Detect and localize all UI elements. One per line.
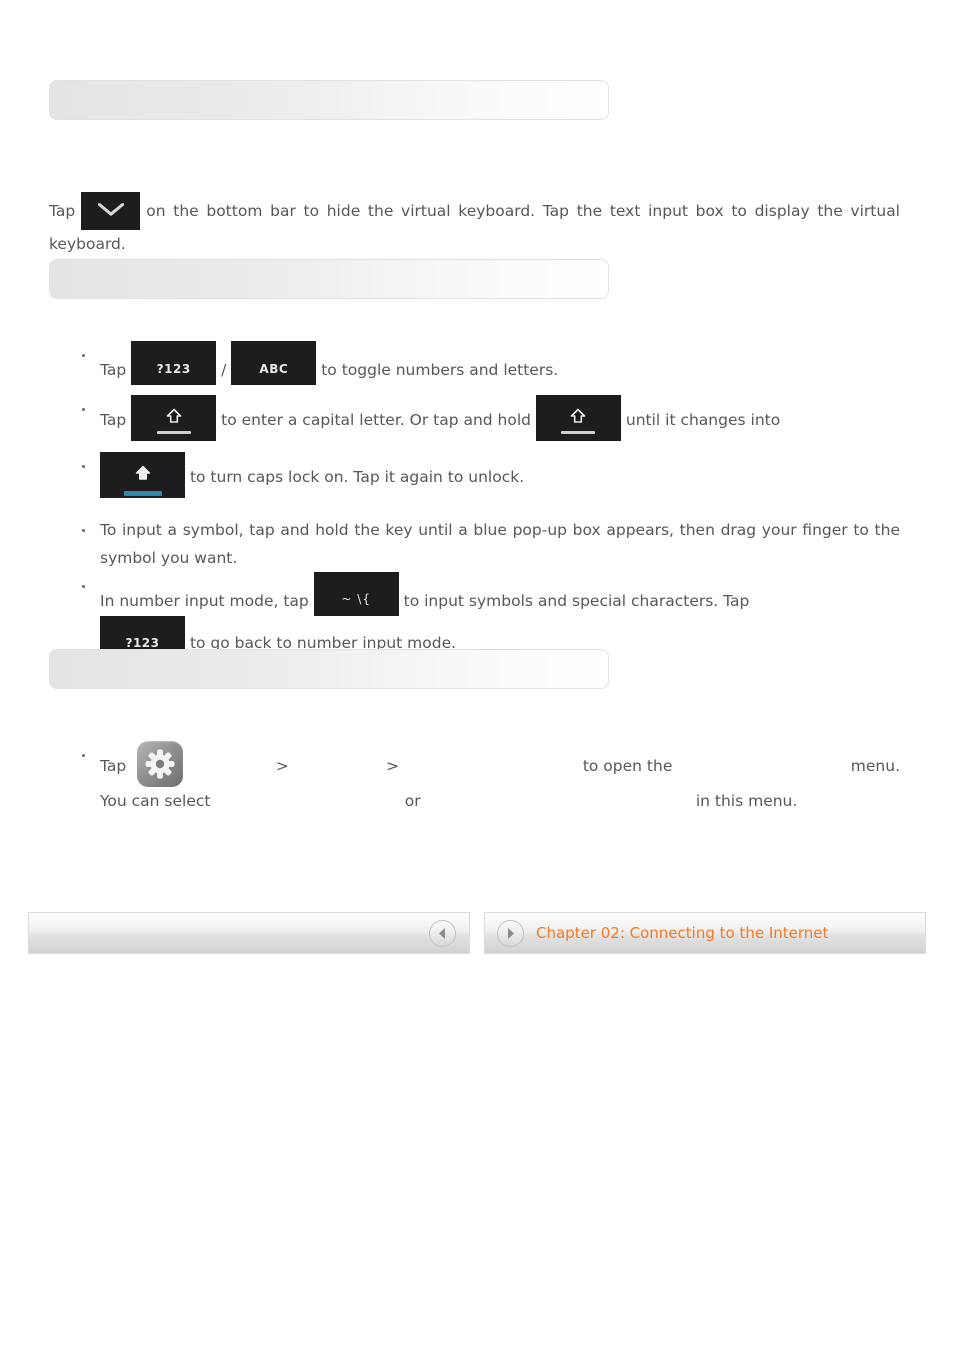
settings-tips-list: Tap > > to open the menu. You can select… — [78, 741, 900, 815]
settings-ghost-3 — [399, 757, 583, 775]
settings-ghost-5 — [210, 792, 404, 810]
numbers-mode-key-label: ?123 — [156, 362, 191, 376]
letters-mode-key-label: ABC — [259, 362, 289, 376]
letters-mode-key-icon: ABC — [231, 341, 317, 385]
paragraph-lead: Tap — [49, 202, 76, 220]
chevron-right-glyph-icon — [508, 927, 514, 939]
capital-lead: Tap — [100, 411, 127, 429]
settings-ghost-2 — [289, 757, 386, 775]
toggle-lead: Tap — [100, 361, 127, 379]
caps-lock-key-icon — [100, 452, 185, 498]
paragraph-hide-keyboard: Tap on the bottom bar to hide the virtua… — [49, 192, 900, 258]
settings-ghost-6 — [421, 792, 696, 810]
previous-page-button[interactable] — [28, 912, 470, 954]
capital-mid: to enter a capital letter. Or tap and ho… — [221, 411, 532, 429]
settings-mid-3: or — [404, 792, 421, 810]
symbol-popup-text: To input a symbol, tap and hold the key … — [100, 521, 900, 567]
list-item-toggle-modes: Tap ?123 / ABC to toggle numbers and let… — [78, 341, 900, 385]
toggle-separator: / — [221, 361, 227, 379]
symbol-input-mid: to input symbols and special characters.… — [403, 592, 750, 610]
settings-mid-4: in this — [695, 792, 744, 810]
settings-tail: menu. — [748, 792, 798, 810]
symbol-input-lead: In number input mode, tap — [100, 592, 309, 610]
section-header-bar-3 — [49, 649, 609, 689]
toggle-tail: to toggle numbers and letters. — [321, 361, 559, 379]
caps-lock-arrow-filled-icon — [135, 465, 150, 480]
shift-arrow-outline-icon — [166, 408, 181, 423]
shift-hold-arrow-outline-icon — [571, 408, 586, 423]
caps-lock-tail: to turn caps lock on. Tap it again to un… — [189, 468, 525, 486]
settings-ghost-1 — [189, 757, 276, 775]
settings-separator-1: > — [275, 757, 289, 775]
shift-hold-indicator-bar — [561, 431, 596, 434]
section-header-bar-2 — [49, 259, 609, 299]
settings-mid-1: to open the — [582, 757, 673, 775]
list-item-settings-menu: Tap > > to open the menu. You can select… — [78, 741, 900, 815]
chevron-down-icon — [97, 203, 124, 216]
symbols-key-label: ~ \{ — [341, 592, 371, 606]
chevron-left-icon[interactable] — [429, 919, 456, 947]
list-item-caps-lock: to turn caps lock on. Tap it again to un… — [78, 452, 900, 498]
numbers-mode-key-icon: ?123 — [131, 341, 217, 385]
footer-navigation: Chapter 02: Connecting to the Internet — [28, 912, 926, 954]
chevron-left-glyph-icon — [439, 927, 445, 939]
settings-gear-icon — [137, 741, 184, 787]
caps-lock-indicator-bar — [123, 491, 162, 496]
list-item-symbol-popup: To input a symbol, tap and hold the key … — [78, 516, 900, 572]
shift-indicator-bar — [156, 431, 191, 434]
settings-ghost-4 — [672, 757, 850, 775]
next-page-button[interactable]: Chapter 02: Connecting to the Internet — [484, 912, 926, 954]
list-item-symbol-input: In number input mode, tap ~ \{ to input … — [78, 572, 900, 660]
paragraph-rest: on the bottom bar to hide the virtual ke… — [49, 202, 900, 253]
settings-separator-2: > — [386, 757, 399, 775]
list-item-capital-letter: Tap to enter a capital letter. Or tap an… — [78, 395, 900, 441]
settings-lead: Tap — [100, 757, 127, 775]
shift-hold-key-icon — [535, 395, 621, 441]
next-page-label[interactable]: Chapter 02: Connecting to the Internet — [536, 924, 828, 942]
capital-tail: until it changes into — [625, 411, 781, 429]
shift-key-icon — [131, 395, 217, 441]
symbols-key-icon: ~ \{ — [313, 572, 399, 616]
hide-keyboard-key-icon — [81, 192, 141, 230]
chevron-right-icon[interactable] — [497, 919, 524, 947]
section-header-bar-1 — [49, 80, 609, 120]
keyboard-tips-list: Tap ?123 / ABC to toggle numbers and let… — [78, 341, 900, 660]
gear-glyph-icon — [145, 749, 175, 779]
